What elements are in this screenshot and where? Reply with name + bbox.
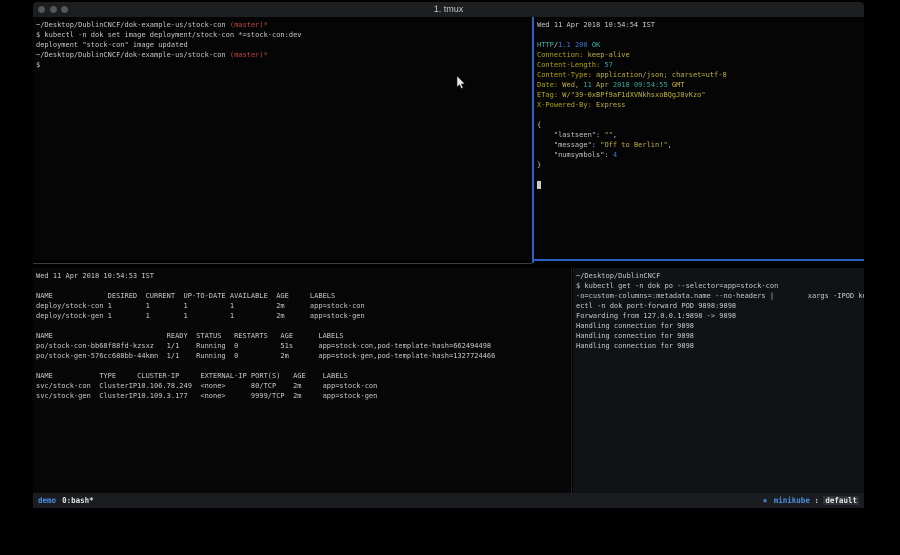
terminal-line [537,110,864,120]
pods-table: NAME READY STATUS RESTARTS AGE LABELSpo/… [36,331,570,361]
session-name: demo [38,496,56,505]
terminal-line [537,180,864,190]
kube-context: minikube [774,496,810,505]
pane-top-right-http-response[interactable]: Wed 11 Apr 2018 10:54:54 IST HTTP/1.1 200… [536,17,864,259]
table-row: svc/stock-gen ClusterIP10.109.3.177 <non… [36,391,570,401]
window-title: 1. tmux [33,2,864,17]
tmux-status-bar: demo 0:bash* ⎈ minikube : default [33,493,864,508]
terminal-line: $ kubectl get -n dok po --selector=app=s… [576,281,864,291]
minimize-button[interactable] [50,6,57,13]
table-header-line: NAME DESIRED CURRENT UP-TO-DATE AVAILABL… [36,291,570,301]
terminal-line: ~/Desktop/DublinCNCF [576,271,864,281]
terminal-window: 1. tmux ~/Desktop/DublinCNCF/dok-example… [33,2,864,508]
helm-wheel-icon: ⎈ [763,496,768,505]
table-row: deploy/stock-gen 1 1 1 1 2m app=stock-ge… [36,311,570,321]
terminal-line: Content-Length: 57 [537,60,864,70]
terminal-line: ~/Desktop/DublinCNCF/dok-example-us/stoc… [36,50,532,60]
desktop: 1. tmux ~/Desktop/DublinCNCF/dok-example… [0,0,900,555]
table-row: deploy/stock-con 1 1 1 1 2m app=stock-co… [36,301,570,311]
mouse-cursor [456,76,466,90]
active-window-label[interactable]: 0:bash* [62,496,94,505]
kube-namespace: default [823,496,859,505]
terminal-line: } [537,160,864,170]
pane-bottom-right-port-forward[interactable]: ~/Desktop/DublinCNCF$ kubectl get -n dok… [573,268,864,493]
terminal-line: Forwarding from 127.0.0.1:9898 -> 9898 [576,311,864,321]
terminal-line: ~/Desktop/DublinCNCF/dok-example-us/stoc… [36,20,532,30]
terminal-line: Connection: keep-alive [537,50,864,60]
close-button[interactable] [38,6,45,13]
terminal-line: Wed 11 Apr 2018 10:54:54 IST [537,20,864,30]
table-header-line: NAME READY STATUS RESTARTS AGE LABELS [36,331,570,341]
table-header-line: NAME TYPE CLUSTER-IP EXTERNAL-IP PORT(S)… [36,371,570,381]
terminal-line: Content-Type: application/json; charset=… [537,70,864,80]
terminal-line [537,30,864,40]
terminal-line: "numsymbols": 4 [537,150,864,160]
terminal-line: deployment "stock-con" image updated [36,40,532,50]
terminal-line: ETag: W/"39-0xBPf9aF1dXVNkhsxoBQgJ8vKzo" [537,90,864,100]
terminal-line: Handling connection for 9898 [576,331,864,341]
table-row: svc/stock-con ClusterIP10.106.78.249 <no… [36,381,570,391]
kube-context-indicator: ⎈ minikube : default [763,496,859,505]
services-table: NAME TYPE CLUSTER-IP EXTERNAL-IP PORT(S)… [36,371,570,401]
terminal-line: $ kubectl -n dok set image deployment/st… [36,30,532,40]
blank-line [36,281,570,291]
pane-divider-horizontal-left[interactable] [33,263,532,264]
timestamp: Wed 11 Apr 2018 10:54:53 IST [36,271,570,281]
pane-divider-vertical-top[interactable] [532,17,534,263]
terminal-line [537,170,864,180]
blank-line [36,321,570,331]
table-row: po/stock-con-bb68f88fd-kzsxz 1/1 Running… [36,341,570,351]
terminal-line: X-Powered-By: Express [537,100,864,110]
table-row: po/stock-gen-576cc688bb-44kmn 1/1 Runnin… [36,351,570,361]
traffic-lights [38,6,68,13]
terminal-line: ectl -n dok port-forward POD 9898:9898 [576,301,864,311]
terminal-line: $ [36,60,532,70]
kube-separator: : [814,496,819,505]
deployments-table: NAME DESIRED CURRENT UP-TO-DATE AVAILABL… [36,291,570,321]
terminal-line: Handling connection for 9898 [576,321,864,331]
active-pane-bottom-border[interactable] [534,259,864,261]
terminal-line: "message": "Off to Berlin!", [537,140,864,150]
window-titlebar[interactable]: 1. tmux [33,2,864,17]
pane-divider-vertical-bottom[interactable] [571,268,572,493]
terminal-line: -o=custom-columns=:metadata.name --no-he… [576,291,864,301]
terminal-line: { [537,120,864,130]
terminal-line: HTTP/1.1 200 OK [537,40,864,50]
terminal-line: Handling connection for 9898 [576,341,864,351]
terminal-line: Date: Wed, 11 Apr 2018 09:54:55 GMT [537,80,864,90]
pane-top-left-shell[interactable]: ~/Desktop/DublinCNCF/dok-example-us/stoc… [33,17,532,260]
pane-bottom-left-kubectl-watch[interactable]: Wed 11 Apr 2018 10:54:53 IST NAME DESIRE… [33,268,570,493]
terminal-line: "lastseen": "", [537,130,864,140]
fullscreen-button[interactable] [61,6,68,13]
blank-line [36,361,570,371]
